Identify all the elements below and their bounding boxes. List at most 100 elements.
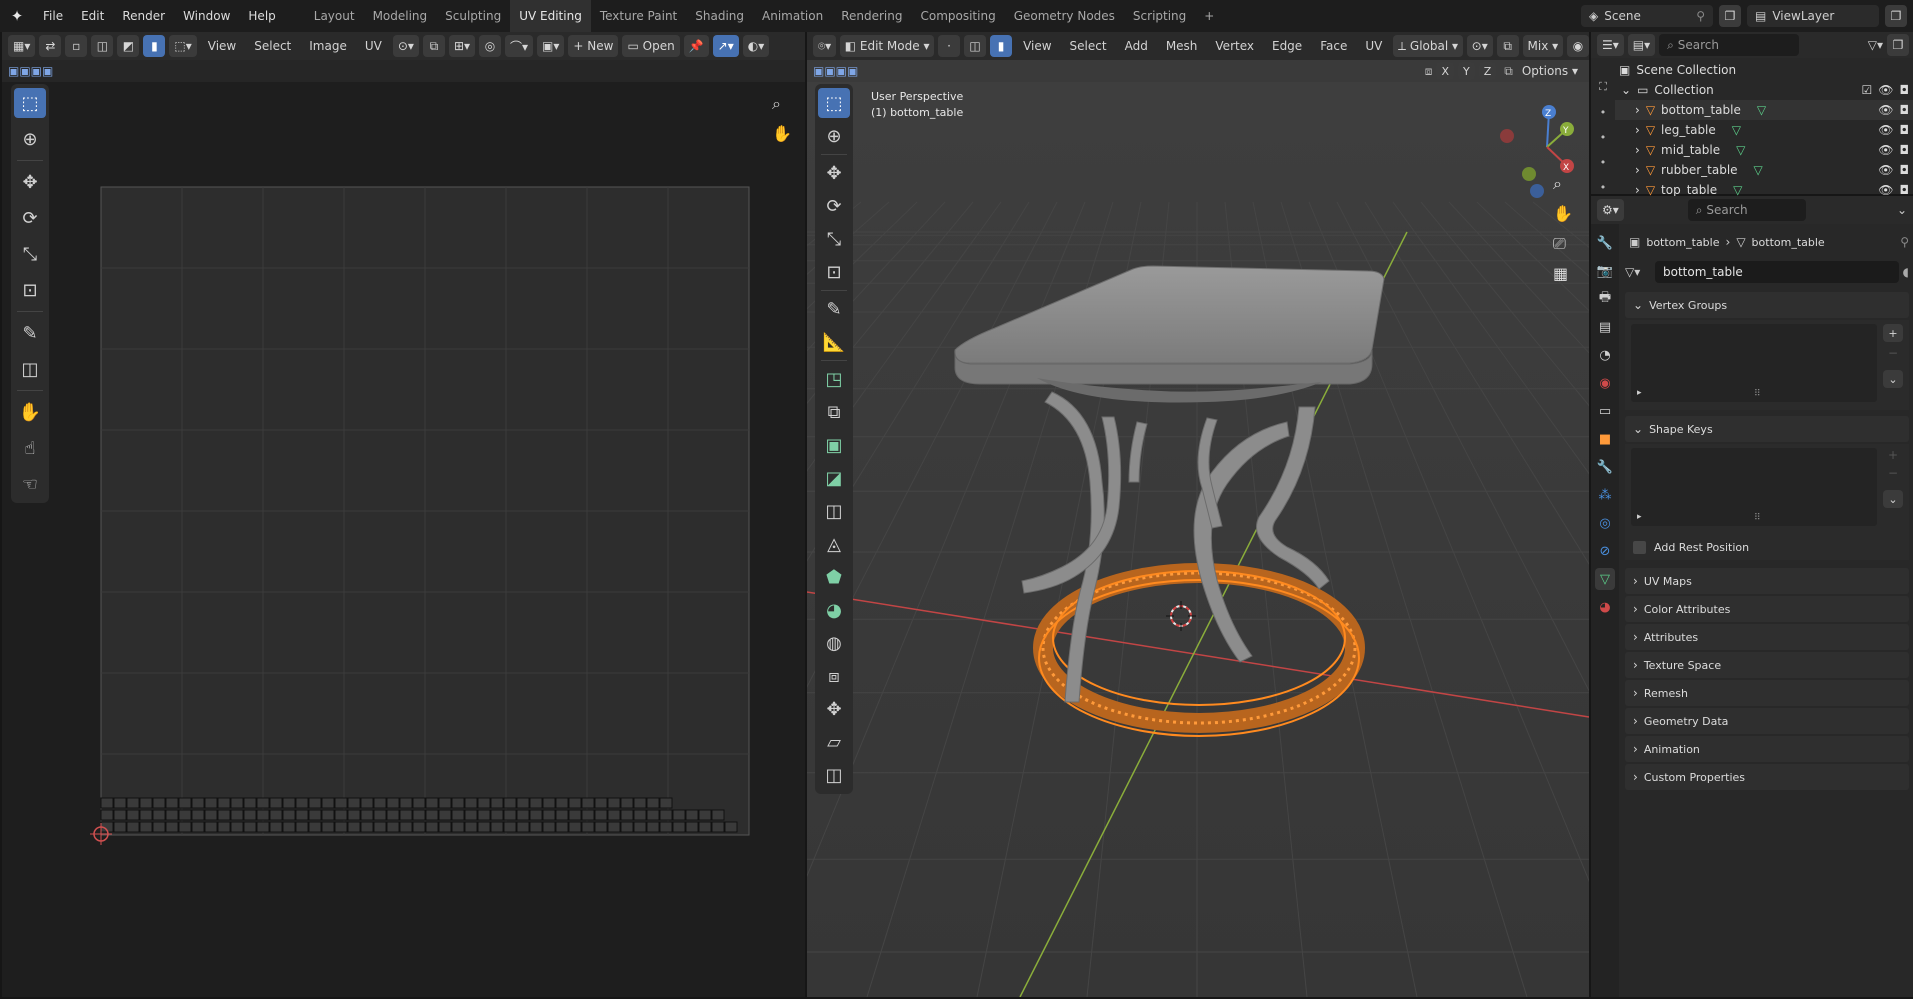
select-mode-island-icon[interactable]: ▮ bbox=[143, 35, 166, 57]
add-shape-key-icon[interactable]: + bbox=[1888, 448, 1898, 462]
face-select-icon[interactable]: ▮ bbox=[990, 35, 1013, 57]
cursor-tool-icon[interactable]: ⊕ bbox=[14, 124, 46, 154]
open-image-button[interactable]: ▭ Open bbox=[622, 35, 680, 57]
pin-icon[interactable]: ⚲ bbox=[1900, 235, 1909, 249]
scale-tool-icon[interactable]: ⤡ bbox=[14, 239, 46, 269]
properties-search[interactable]: ⌕ Search bbox=[1687, 199, 1806, 221]
outliner-item-mid-table[interactable]: › ▽ mid_table ▽ 👁 ◘ bbox=[1615, 140, 1913, 160]
pin-image-icon[interactable]: 📌 bbox=[683, 35, 709, 57]
edge-select-icon[interactable]: ◫ bbox=[964, 35, 987, 57]
viewlayer-selector[interactable]: ▤ ViewLayer bbox=[1747, 5, 1879, 27]
pan-hand-icon[interactable]: ✋ bbox=[772, 124, 792, 143]
edge-slide-icon[interactable]: ⧈ bbox=[818, 661, 850, 691]
vp-menu-uv[interactable]: UV bbox=[1358, 39, 1389, 53]
vp-menu-face[interactable]: Face bbox=[1313, 39, 1354, 53]
add-rest-position-row[interactable]: Add Rest Position bbox=[1625, 534, 1909, 560]
world-tab-icon[interactable]: ◉ bbox=[1595, 372, 1615, 394]
uv-menu-select[interactable]: Select bbox=[247, 39, 298, 53]
output-tab-icon[interactable]: 🖶 bbox=[1595, 288, 1615, 310]
constraints-tab-icon[interactable]: ⊘ bbox=[1595, 540, 1615, 562]
tab-layout[interactable]: Layout bbox=[305, 0, 364, 32]
camera-icon[interactable]: ◘ bbox=[1900, 103, 1910, 117]
pan-viewport-icon[interactable]: ✋ bbox=[1553, 204, 1573, 223]
vertex-groups-list[interactable]: ▸ ⠿ + − ⌄ bbox=[1625, 320, 1909, 410]
panel-vertex-groups[interactable]: ⌄ Vertex Groups bbox=[1625, 292, 1909, 318]
rip-tool-icon[interactable]: ◫ bbox=[14, 354, 46, 384]
rip-region-icon[interactable]: ◫ bbox=[818, 760, 850, 790]
list-expand-icon[interactable]: ▸ bbox=[1637, 512, 1642, 522]
tab-geometry-nodes[interactable]: Geometry Nodes bbox=[1005, 0, 1124, 32]
tab-sculpting[interactable]: Sculpting bbox=[436, 0, 510, 32]
snapping-icon[interactable]: ⧉ bbox=[1496, 35, 1519, 57]
snap-target-icon[interactable]: ⊞▾ bbox=[448, 35, 476, 57]
vp-scale-icon[interactable]: ⤡ bbox=[818, 224, 850, 254]
camera-icon[interactable]: ◘ bbox=[1900, 83, 1910, 97]
material-tab-icon[interactable]: ◕ bbox=[1595, 596, 1615, 618]
panel-uv-maps[interactable]: › UV Maps bbox=[1625, 568, 1909, 594]
mirror-z-button[interactable]: Z bbox=[1478, 62, 1497, 80]
select-mode-buttons-icon[interactable]: ▣▣▣▣ bbox=[813, 64, 858, 78]
new-collection-icon[interactable]: ❐ bbox=[1887, 34, 1909, 56]
select-mode-face-icon[interactable]: ◩ bbox=[117, 35, 140, 57]
new-image-button[interactable]: + New bbox=[568, 35, 619, 57]
new-viewlayer-button[interactable]: ❐ bbox=[1885, 5, 1907, 27]
properties-editor-icon[interactable]: ⚙▾ bbox=[1597, 199, 1624, 221]
panel-custom-properties[interactable]: › Custom Properties bbox=[1625, 764, 1909, 790]
vp-menu-vertex[interactable]: Vertex bbox=[1208, 39, 1261, 53]
zoom-viewport-icon[interactable]: ⌕ bbox=[1553, 174, 1562, 194]
shape-key-menu-icon[interactable]: ⌄ bbox=[1883, 490, 1903, 508]
vp-transform-icon[interactable]: ⊡ bbox=[818, 257, 850, 287]
pin-icon[interactable]: ⚲ bbox=[1696, 9, 1705, 23]
remove-vertex-group-icon[interactable]: − bbox=[1888, 346, 1898, 360]
uv-canvas[interactable] bbox=[2, 82, 805, 997]
vp-rotate-icon[interactable]: ⟳ bbox=[818, 191, 850, 221]
object-tab-icon[interactable]: ■ bbox=[1595, 428, 1615, 450]
tab-modeling[interactable]: Modeling bbox=[364, 0, 437, 32]
rotate-tool-icon[interactable]: ⟳ bbox=[14, 203, 46, 233]
grab-tool-icon[interactable]: ✋ bbox=[14, 397, 46, 427]
panel-shape-keys[interactable]: ⌄ Shape Keys bbox=[1625, 416, 1909, 442]
proportional-edit-icon[interactable]: ◎ bbox=[479, 35, 502, 57]
eye-icon[interactable]: 👁 bbox=[1878, 123, 1893, 137]
viewport-scene[interactable]: Z Y X bbox=[807, 82, 1589, 997]
relax-tool-icon[interactable]: ☝ bbox=[14, 433, 46, 463]
outliner-search[interactable]: ⌕ Search bbox=[1659, 34, 1800, 56]
select-box-tool-icon[interactable]: ⬚ bbox=[14, 88, 46, 118]
select-mode-vertex-icon[interactable]: ▫ bbox=[65, 35, 88, 57]
vp-annotate-icon[interactable]: ✎ bbox=[818, 294, 850, 324]
sync-selection-icon[interactable]: ⇄ bbox=[39, 35, 62, 57]
uv-menu-view[interactable]: View bbox=[201, 39, 243, 53]
editor-type-3d-icon[interactable]: ⌾▾ bbox=[813, 35, 837, 57]
tab-texture-paint[interactable]: Texture Paint bbox=[591, 0, 686, 32]
shape-keys-list[interactable]: ▸ ⠿ + − ⌄ bbox=[1625, 444, 1909, 534]
list-resize-grip-icon[interactable]: ⠿ bbox=[1754, 513, 1761, 523]
knife-icon[interactable]: ◬ bbox=[818, 529, 850, 559]
options-dropdown[interactable]: Options ▾ bbox=[1517, 60, 1583, 82]
tab-compositing[interactable]: Compositing bbox=[911, 0, 1004, 32]
camera-icon[interactable]: ◘ bbox=[1900, 143, 1910, 157]
image-browse-icon[interactable]: ▣▾ bbox=[537, 35, 565, 57]
mirror-icon[interactable]: ⧈ bbox=[1425, 64, 1433, 79]
filter-icon[interactable]: ▽▾ bbox=[1868, 38, 1883, 52]
mirror-x-button[interactable]: X bbox=[1436, 62, 1454, 80]
proportional-icon[interactable]: ◉ bbox=[1566, 35, 1589, 57]
transform-tool-icon[interactable]: ⊡ bbox=[14, 275, 46, 305]
camera-icon[interactable]: ◘ bbox=[1900, 123, 1910, 137]
vp-measure-icon[interactable]: 📐 bbox=[818, 327, 850, 357]
checkbox-icon[interactable]: ☑ bbox=[1862, 83, 1873, 97]
new-scene-button[interactable]: ❐ bbox=[1719, 5, 1741, 27]
add-rest-position-checkbox[interactable] bbox=[1633, 540, 1646, 554]
orientation-selector[interactable]: ⟂ Global ▾ bbox=[1393, 35, 1463, 57]
pinch-tool-icon[interactable]: ☜ bbox=[14, 469, 46, 499]
poly-build-icon[interactable]: ⬟ bbox=[818, 562, 850, 592]
tab-scripting[interactable]: Scripting bbox=[1124, 0, 1195, 32]
camera-icon[interactable]: ◘ bbox=[1900, 163, 1910, 177]
tab-shading[interactable]: Shading bbox=[686, 0, 753, 32]
pivot-point-icon[interactable]: ⊙▾ bbox=[1466, 35, 1493, 57]
uv-overlay-icon[interactable]: ◐▾ bbox=[742, 35, 770, 57]
outliner-item-bottom-table[interactable]: › ▽ bottom_table ▽ 👁 ◘ bbox=[1615, 100, 1913, 120]
vp-menu-select[interactable]: Select bbox=[1063, 39, 1114, 53]
annotate-tool-icon[interactable]: ✎ bbox=[14, 318, 46, 348]
vp-menu-view[interactable]: View bbox=[1016, 39, 1058, 53]
list-expand-icon[interactable]: ▸ bbox=[1637, 388, 1642, 398]
